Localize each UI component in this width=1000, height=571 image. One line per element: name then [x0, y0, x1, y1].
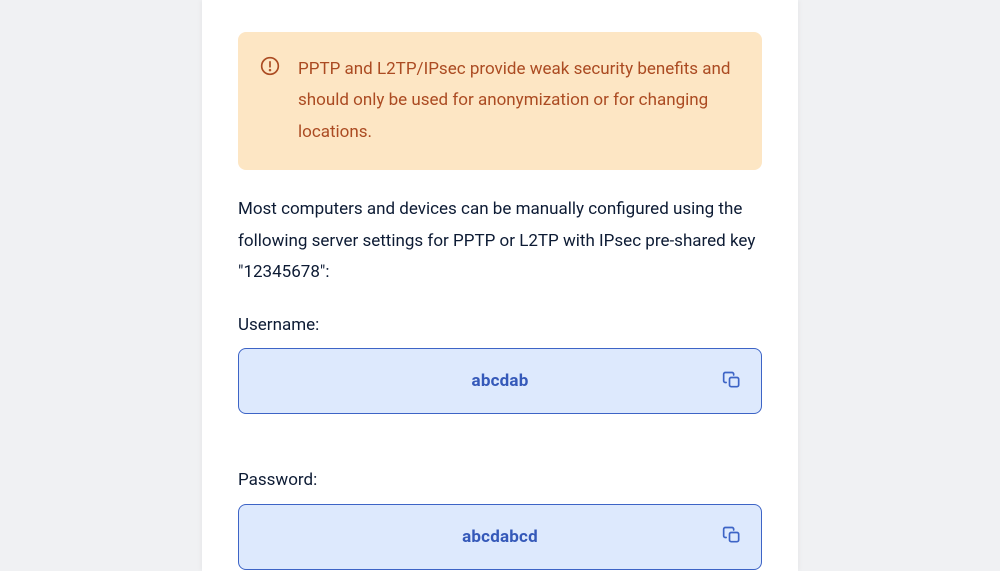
- password-label: Password:: [238, 468, 762, 494]
- page-background: PPTP and L2TP/IPsec provide weak securit…: [0, 0, 1000, 571]
- username-value: abcdab: [239, 371, 761, 391]
- password-field: abcdabcd: [238, 504, 762, 570]
- copy-icon: [722, 370, 742, 393]
- description-text: Most computers and devices can be manual…: [238, 194, 762, 288]
- username-field: abcdab: [238, 348, 762, 414]
- copy-icon: [722, 525, 742, 548]
- copy-username-button[interactable]: [721, 370, 743, 392]
- security-warning-alert: PPTP and L2TP/IPsec provide weak securit…: [238, 32, 762, 170]
- password-value: abcdabcd: [239, 527, 761, 547]
- username-label: Username:: [238, 313, 762, 339]
- warning-text: PPTP and L2TP/IPsec provide weak securit…: [298, 54, 734, 148]
- copy-password-button[interactable]: [721, 526, 743, 548]
- warning-icon: [260, 56, 280, 76]
- settings-card: PPTP and L2TP/IPsec provide weak securit…: [202, 0, 798, 571]
